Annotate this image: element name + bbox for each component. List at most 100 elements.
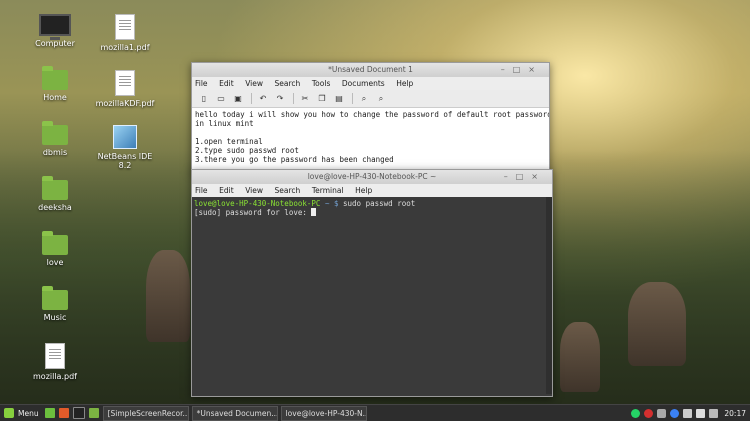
desktop-icon-home[interactable]: Home bbox=[22, 66, 88, 102]
terminal-command: sudo passwd root bbox=[338, 199, 416, 208]
desktop-icon-computer[interactable]: Computer bbox=[22, 14, 88, 48]
desktop-icon-label: deeksha bbox=[38, 203, 72, 212]
menu-documents[interactable]: Documents bbox=[342, 79, 385, 88]
terminal-scrollbar[interactable] bbox=[546, 197, 552, 394]
menu-search[interactable]: Search bbox=[275, 79, 301, 88]
terminal-window[interactable]: love@love-HP-430-Notebook-PC ~ –□× File … bbox=[191, 169, 553, 397]
system-tray: 20:17 bbox=[627, 408, 750, 418]
menu-label: Menu bbox=[18, 408, 39, 418]
desktop-icon-label: Computer bbox=[35, 39, 75, 48]
menu-help[interactable]: Help bbox=[396, 79, 413, 88]
desktop-icon-mozilla1-pdf[interactable]: mozilla1.pdf bbox=[92, 14, 158, 52]
desktop-icon-netbeans[interactable]: NetBeans IDE 8.2 bbox=[92, 125, 158, 170]
battery-icon[interactable] bbox=[709, 408, 719, 418]
undo-icon[interactable]: ↶ bbox=[257, 94, 269, 104]
terminal-launcher-icon[interactable] bbox=[72, 407, 85, 419]
editor-titlebar[interactable]: *Unsaved Document 1 –□× bbox=[192, 63, 549, 77]
network-icon[interactable] bbox=[683, 408, 693, 418]
menu-view[interactable]: View bbox=[245, 186, 263, 195]
window-controls[interactable]: –□× bbox=[501, 63, 543, 77]
menu-help[interactable]: Help bbox=[355, 186, 372, 195]
clock[interactable]: 20:17 bbox=[724, 409, 746, 418]
open-icon[interactable]: ▭ bbox=[215, 94, 227, 104]
wallpaper-rock bbox=[628, 282, 686, 366]
window-controls[interactable]: –□× bbox=[504, 170, 546, 184]
minimize-icon[interactable]: – bbox=[501, 65, 513, 74]
desktop-icon-label: mozilla.pdf bbox=[33, 372, 77, 381]
firefox-icon[interactable] bbox=[58, 408, 69, 418]
editor-line: 2.type sudo passwd root bbox=[195, 146, 299, 155]
maximize-icon[interactable]: □ bbox=[516, 172, 532, 181]
menu-tools[interactable]: Tools bbox=[312, 79, 330, 88]
start-menu-button[interactable]: Menu bbox=[0, 405, 45, 421]
maximize-icon[interactable]: □ bbox=[513, 65, 529, 74]
paste-icon[interactable]: ▤ bbox=[333, 94, 345, 104]
window-title: *Unsaved Document 1 bbox=[328, 65, 413, 74]
pdf-file-icon bbox=[115, 70, 135, 96]
bluetooth-icon[interactable] bbox=[670, 408, 680, 418]
desktop-icon-mozilla-pdf[interactable]: mozilla.pdf bbox=[22, 343, 88, 381]
terminal-line: [sudo] password for love: bbox=[194, 208, 550, 217]
taskbar-item-screenrecorder[interactable]: [SimpleScreenRecor... bbox=[102, 405, 189, 421]
desktop-icon-label: dbmis bbox=[42, 148, 68, 157]
folder-icon bbox=[42, 286, 68, 310]
menu-file[interactable]: File bbox=[195, 186, 208, 195]
mint-logo-icon bbox=[4, 408, 14, 418]
editor-text-area[interactable]: hello today i will show you how to chang… bbox=[192, 108, 549, 170]
find-replace-icon[interactable]: ⌕ bbox=[375, 94, 387, 104]
taskbar-item-editor[interactable]: *Unsaved Documen... bbox=[191, 405, 278, 421]
volume-icon[interactable] bbox=[696, 408, 706, 418]
terminal-titlebar[interactable]: love@love-HP-430-Notebook-PC ~ –□× bbox=[192, 170, 552, 184]
pdf-file-icon bbox=[45, 343, 65, 369]
menu-file[interactable]: File bbox=[195, 79, 208, 88]
desktop-icon-label: Music bbox=[43, 313, 67, 322]
menu-terminal[interactable]: Terminal bbox=[312, 186, 344, 195]
desktop-icon-label: NetBeans IDE 8.2 bbox=[97, 152, 153, 170]
prompt-path: ~ $ bbox=[320, 199, 339, 208]
text-cursor bbox=[311, 208, 317, 216]
terminal-line: love@love-HP-430-Notebook-PC ~ $ sudo pa… bbox=[194, 199, 550, 208]
taskbar-item-terminal[interactable]: love@love-HP-430-N... bbox=[280, 405, 367, 421]
editor-line: 1.open terminal bbox=[195, 137, 263, 146]
minimize-icon[interactable]: – bbox=[504, 172, 516, 181]
terminal-output[interactable]: love@love-HP-430-Notebook-PC ~ $ sudo pa… bbox=[192, 197, 552, 394]
editor-toolbar: ▯ ▭ ▣ ↶ ↷ ✂ ❐ ▤ ⌕ ⌕ bbox=[192, 90, 549, 108]
sudo-prompt: [sudo] password for love: bbox=[194, 208, 312, 217]
prompt-user: love@love-HP-430-Notebook-PC bbox=[194, 199, 321, 208]
whatsapp-icon[interactable] bbox=[631, 408, 641, 418]
menu-view[interactable]: View bbox=[245, 79, 263, 88]
desktop-icon-love[interactable]: love bbox=[22, 231, 88, 267]
copy-icon[interactable]: ❐ bbox=[316, 94, 328, 104]
desktop-icon-label: mozilla1.pdf bbox=[100, 43, 150, 52]
show-desktop-icon[interactable] bbox=[44, 408, 55, 418]
pdf-file-icon bbox=[115, 14, 135, 40]
shield-icon[interactable] bbox=[657, 408, 667, 418]
cut-icon[interactable]: ✂ bbox=[299, 94, 311, 104]
text-editor-window[interactable]: *Unsaved Document 1 –□× File Edit View S… bbox=[191, 62, 550, 172]
terminal-menubar: File Edit View Search Terminal Help bbox=[192, 184, 552, 197]
menu-edit[interactable]: Edit bbox=[219, 79, 234, 88]
find-icon[interactable]: ⌕ bbox=[358, 94, 370, 104]
menu-search[interactable]: Search bbox=[275, 186, 301, 195]
computer-icon bbox=[39, 14, 71, 40]
wallpaper-rock bbox=[146, 250, 190, 342]
window-title: love@love-HP-430-Notebook-PC ~ bbox=[307, 172, 437, 181]
editor-line: 3.there you go the password has been cha… bbox=[195, 155, 394, 164]
desktop-icon-dbmis[interactable]: dbmis bbox=[22, 121, 88, 157]
desktop-icon-music[interactable]: Music bbox=[22, 286, 88, 322]
save-icon[interactable]: ▣ bbox=[232, 94, 244, 104]
taskbar: Menu [SimpleScreenRecor... *Unsaved Docu… bbox=[0, 404, 750, 421]
close-icon[interactable]: × bbox=[531, 172, 546, 181]
redo-icon[interactable]: ↷ bbox=[274, 94, 286, 104]
editor-line: in linux mint bbox=[195, 119, 254, 128]
desktop-icon-deeksha[interactable]: deeksha bbox=[22, 176, 88, 212]
new-document-icon[interactable]: ▯ bbox=[198, 94, 210, 104]
record-icon[interactable] bbox=[644, 408, 654, 418]
folder-icon bbox=[42, 121, 68, 145]
desktop-icon-mozillakdf-pdf[interactable]: mozillaKDF.pdf bbox=[92, 70, 158, 108]
toolbar-separator bbox=[352, 93, 353, 104]
menu-edit[interactable]: Edit bbox=[219, 186, 234, 195]
close-icon[interactable]: × bbox=[528, 65, 543, 74]
files-icon[interactable] bbox=[88, 408, 99, 418]
